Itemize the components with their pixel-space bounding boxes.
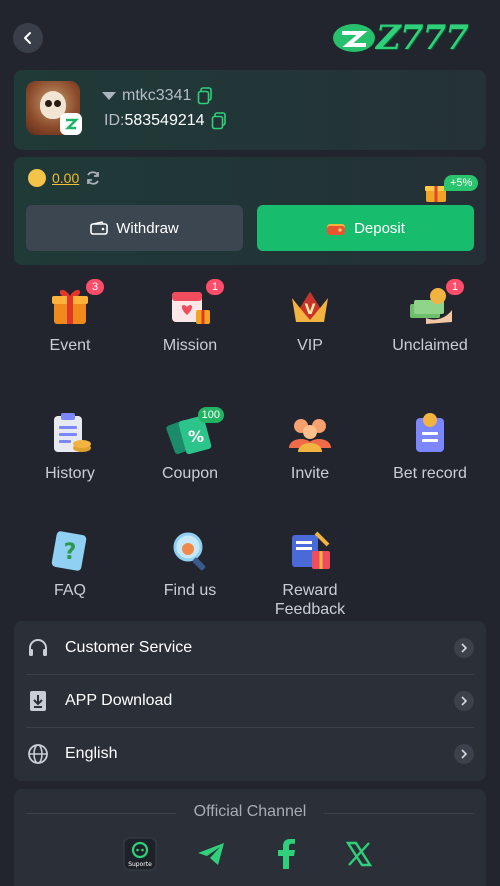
deposit-wallet-icon xyxy=(327,224,346,235)
wallet-icon xyxy=(90,221,109,235)
menu-item-label: History xyxy=(45,465,95,482)
refresh-icon[interactable] xyxy=(85,170,101,186)
withdraw-button[interactable]: Withdraw xyxy=(26,205,243,251)
menu-item-vip[interactable]: V VIP xyxy=(250,282,370,378)
menu-item-label: Unclaimed xyxy=(392,337,468,354)
top-bar: Z777 xyxy=(0,0,500,70)
coupon-icon: % 100 xyxy=(166,407,224,458)
menu-item-label: Bet record xyxy=(393,465,467,482)
settings-list: Customer Service APP Download English xyxy=(14,621,486,781)
gift-box-icon: 3 xyxy=(46,279,104,330)
menu-item-reward-feedback[interactable]: Reward Feedback xyxy=(250,527,370,623)
chevron-left-icon xyxy=(24,32,31,44)
chevron-right-icon xyxy=(454,690,474,711)
user-id-label: ID: xyxy=(104,112,125,129)
profile-card: mtkc3341 ID: 583549214 xyxy=(14,70,486,150)
svg-text:V: V xyxy=(305,302,316,318)
official-channel: Official Channel Suporte xyxy=(14,789,486,886)
logo-emblem-icon xyxy=(333,24,375,52)
brand-logo[interactable]: Z777 xyxy=(332,18,482,58)
withdraw-label: Withdraw xyxy=(116,219,179,237)
coupon-count-badge: 100 xyxy=(197,407,224,423)
facebook-icon[interactable] xyxy=(269,837,303,871)
wallet-card: 0.00 +5% Withdraw Deposit xyxy=(14,157,486,265)
copy-icon[interactable] xyxy=(197,87,213,105)
username: mtkc3341 xyxy=(122,87,192,104)
download-icon xyxy=(26,689,50,713)
support-label: Suporte xyxy=(128,861,152,868)
caret-down-icon[interactable] xyxy=(102,92,116,100)
calendar-gift-icon: 1 xyxy=(166,279,224,330)
chevron-right-icon xyxy=(454,637,474,658)
menu-item-label: Event xyxy=(49,337,91,354)
support-icon[interactable]: Suporte xyxy=(123,837,157,871)
avatar-eye-right xyxy=(54,100,61,107)
magnifier-icon xyxy=(166,527,214,575)
setting-label: APP Download xyxy=(65,691,173,709)
username-row: mtkc3341 xyxy=(102,87,213,105)
user-id-row: ID: 583549214 xyxy=(104,112,227,130)
x-twitter-icon[interactable] xyxy=(342,837,376,871)
menu-item-coupon[interactable]: % 100 Coupon xyxy=(130,407,250,506)
book-gift-icon xyxy=(286,527,334,575)
faq-icon: ? xyxy=(46,527,94,575)
balance-amount[interactable]: 0.00 xyxy=(52,170,79,186)
people-icon xyxy=(286,410,334,458)
menu-item-history[interactable]: History xyxy=(10,410,130,506)
chevron-right-icon xyxy=(454,743,474,764)
globe-icon xyxy=(26,742,50,766)
menu-item-bet-record[interactable]: Bet record xyxy=(370,410,490,506)
customer-service-row[interactable]: Customer Service xyxy=(14,621,486,674)
menu-item-label: Reward Feedback xyxy=(274,582,346,618)
money-hand-icon: 1 xyxy=(406,279,464,330)
menu-item-find-us[interactable]: Find us xyxy=(130,527,250,623)
user-id-value: 583549214 xyxy=(124,112,205,129)
bet-record-icon xyxy=(406,410,454,458)
channel-title: Official Channel xyxy=(193,803,307,820)
event-count-badge: 3 xyxy=(86,279,104,295)
telegram-icon[interactable] xyxy=(194,837,228,871)
logo-text: Z777 xyxy=(376,18,469,58)
unclaimed-count-badge: 1 xyxy=(446,279,464,295)
menu-item-label: FAQ xyxy=(53,582,86,599)
clipboard-coins-icon xyxy=(46,410,94,458)
app-download-row[interactable]: APP Download xyxy=(14,674,486,727)
menu-item-event[interactable]: 3 Event xyxy=(10,279,130,378)
avatar-eye-left xyxy=(45,100,52,107)
menu-item-unclaimed[interactable]: 1 Unclaimed xyxy=(370,279,490,378)
headset-icon xyxy=(26,636,50,660)
deposit-label: Deposit xyxy=(354,219,405,237)
setting-label: Customer Service xyxy=(65,638,193,656)
svg-text:?: ? xyxy=(64,540,77,565)
menu-item-label: Find us xyxy=(163,582,217,599)
brand-badge-icon xyxy=(60,113,82,135)
crown-icon: V xyxy=(286,282,334,330)
copy-icon[interactable] xyxy=(211,112,227,130)
svg-text:%: % xyxy=(188,427,204,446)
deposit-button[interactable]: Deposit xyxy=(257,205,474,251)
currency-coin-icon xyxy=(28,169,46,187)
setting-label: English xyxy=(65,744,118,762)
back-button[interactable] xyxy=(13,23,43,53)
menu-item-label: Invite xyxy=(290,465,330,482)
menu-item-label: Coupon xyxy=(161,465,219,482)
deposit-bonus-badge: +5% xyxy=(444,175,479,191)
menu-item-invite[interactable]: Invite xyxy=(250,410,370,506)
balance-row: 0.00 xyxy=(28,169,101,187)
menu-item-label: Mission xyxy=(162,337,218,354)
language-row[interactable]: English xyxy=(14,727,486,780)
menu-item-label: VIP xyxy=(297,337,323,354)
menu-item-faq[interactable]: ? FAQ xyxy=(10,527,130,623)
menu-item-mission[interactable]: 1 Mission xyxy=(130,279,250,378)
mission-count-badge: 1 xyxy=(206,279,224,295)
